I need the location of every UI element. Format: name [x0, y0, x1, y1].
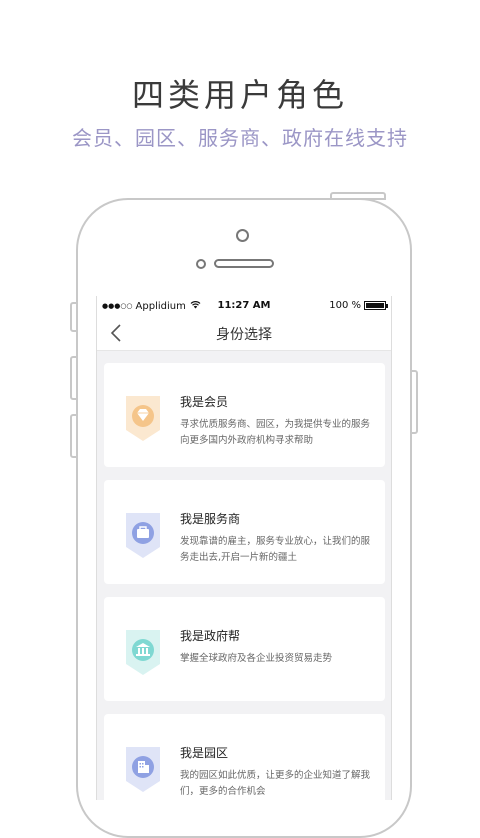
page-title: 身份选择 — [216, 327, 272, 343]
role-title: 我是政府帮 — [180, 629, 241, 643]
role-card-park[interactable]: 我是园区 我的园区如此优质，让更多的企业知道了解我们，更多的合作机会 — [104, 714, 385, 800]
status-bar: ●●●○○ Applidium 11:27 AM 100 % — [97, 296, 391, 316]
role-title: 我是会员 — [180, 395, 229, 409]
role-description: 我的园区如此优质，让更多的企业知道了解我们，更多的合作机会 — [180, 770, 371, 797]
role-card-member[interactable]: 我是会员 寻求优质服务商、园区，为我提供专业的服务向更多国内外政府机构寻求帮助 — [104, 363, 385, 467]
role-card-service-provider[interactable]: 我是服务商 发现靠谱的雇主，服务专业放心，让我们的服务走出去,开启一片新的疆土 — [104, 480, 385, 584]
nav-bar: 身份选择 — [97, 316, 391, 351]
role-description: 寻求优质服务商、园区，为我提供专业的服务向更多国内外政府机构寻求帮助 — [180, 419, 371, 446]
app-screen: ●●●○○ Applidium 11:27 AM 100 % 身份选择 我是会员… — [96, 296, 392, 800]
role-title: 我是园区 — [180, 746, 229, 760]
promo-headline: 四类用户角色 — [131, 76, 348, 114]
phone-camera — [236, 229, 249, 242]
phone-sensor — [196, 259, 206, 269]
role-description: 掌握全球政府及各企业投资贸易走势 — [180, 653, 333, 664]
office-building-icon — [126, 747, 160, 792]
role-list: 我是会员 寻求优质服务商、园区，为我提供专业的服务向更多国内外政府机构寻求帮助 … — [104, 363, 385, 800]
role-card-government[interactable]: 我是政府帮 掌握全球政府及各企业投资贸易走势 — [104, 597, 385, 701]
battery-percent: 100 % — [329, 300, 361, 311]
phone-speaker — [214, 259, 274, 268]
battery-icon — [364, 301, 388, 310]
briefcase-icon — [126, 513, 160, 558]
promo-subheadline: 会员、园区、服务商、政府在线支持 — [72, 126, 408, 150]
role-description: 发现靠谱的雇主，服务专业放心，让我们的服务走出去,开启一片新的疆土 — [180, 536, 371, 563]
role-title: 我是服务商 — [180, 512, 241, 526]
government-building-icon — [126, 630, 160, 675]
diamond-icon — [126, 396, 160, 441]
